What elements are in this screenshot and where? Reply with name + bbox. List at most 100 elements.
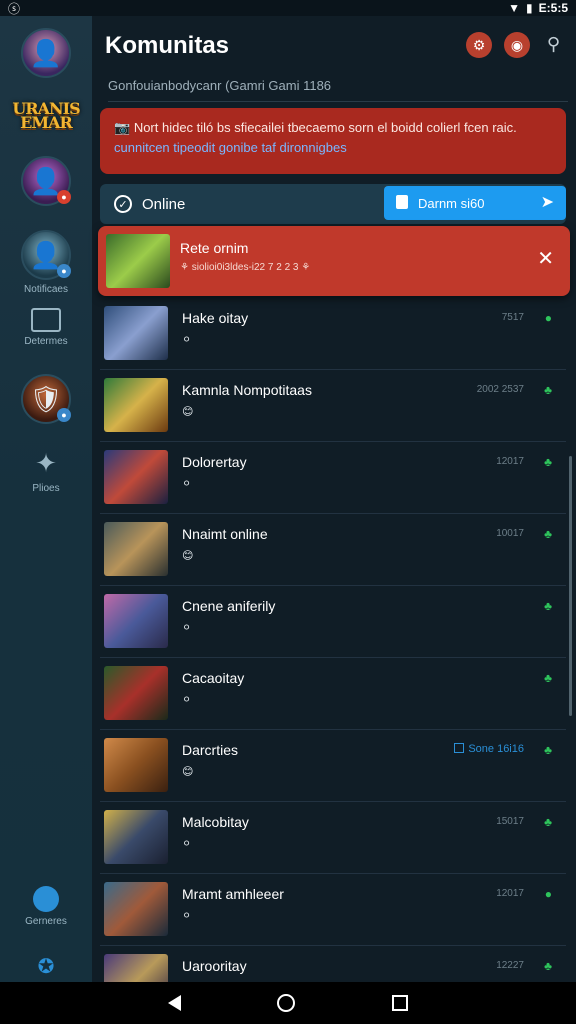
alert-text: Nort hidec tiló bs sfiecailei tbecaemo s…	[133, 120, 517, 135]
home-icon[interactable]	[277, 994, 296, 1012]
friend-avatar	[104, 810, 168, 864]
friend-name: Uarooritay	[182, 958, 247, 974]
target-button[interactable]: ◉	[504, 32, 530, 58]
game-button-label: Darnm si60	[418, 195, 485, 211]
sidebar-label-plioes: Plioes	[32, 483, 60, 494]
friend-time: 12017	[496, 888, 524, 899]
tag-text: Sone 16i16	[468, 743, 524, 755]
friend-name: Malcobitay	[182, 814, 249, 830]
online-indicator-icon: ♣	[544, 527, 552, 541]
friend-name: Nnaimt online	[182, 526, 268, 542]
friend-name: Darcrties	[182, 742, 239, 758]
friend-time: 15017	[496, 816, 524, 827]
settings-icon	[33, 886, 59, 912]
sidebar-item-community[interactable]: 👤 ●	[0, 156, 92, 206]
friend-avatar	[104, 882, 168, 936]
record-button[interactable]: ⚙	[466, 32, 492, 58]
divider	[108, 101, 568, 102]
friend-time: 2002 2537	[476, 384, 524, 395]
online-section-header[interactable]: ✓ Online Darnm si60 ➤	[100, 184, 566, 224]
list-item[interactable]: Darcrties 😊 Sone 16i16 ♣	[100, 730, 566, 802]
sidebar: 👤 URANIS EMAR 👤 ● 👤 ● Notificaes Determes 🛡…	[0, 16, 92, 982]
highlighted-friend-row[interactable]: Rete ornim ⚘ siolioi0i3ldes-i22 7 2 2 3 …	[98, 226, 570, 296]
list-item[interactable]: Cnene aniferily ⚪ ♣	[100, 586, 566, 658]
list-item[interactable]: Kamnla Nompotitaas 😊 2002 2537 ♣	[100, 370, 566, 442]
sidebar-label-determes: Determes	[24, 336, 68, 347]
online-indicator-icon: ●	[544, 887, 552, 901]
film-icon: ⚙	[472, 36, 486, 53]
friend-time: 7517	[501, 312, 524, 323]
friend-time: 12227	[496, 960, 524, 971]
camera-icon: 📷	[114, 120, 131, 135]
puzzle-icon: ✦	[35, 448, 57, 478]
friend-name: Mramt amhleeer	[182, 886, 284, 902]
gear-icon: ✪	[37, 956, 55, 978]
status-icon: 😊	[182, 406, 194, 418]
status-icon: ⚪	[182, 910, 192, 922]
notification-badge-blue: ●	[57, 264, 71, 278]
sidebar-item-profile[interactable]: 👤	[0, 28, 92, 78]
status-icon: ⚪	[182, 838, 192, 850]
friend-name: Dolorertay	[182, 454, 247, 470]
header: Komunitas ⚙ ◉ ⚲	[92, 16, 576, 76]
notification-badge: ●	[57, 190, 71, 204]
close-icon[interactable]: ✕	[537, 246, 554, 271]
friend-status-text: ⚘ siolioi0i3ldes-i22 7 2 2 3 ⚘	[180, 262, 311, 273]
document-icon	[396, 195, 408, 209]
list-item[interactable]: Mramt amhleeer ⚪ 12017 ●	[100, 874, 566, 946]
friend-avatar	[104, 450, 168, 504]
friend-name: Kamnla Nompotitaas	[182, 382, 312, 398]
online-label: Online	[142, 195, 186, 213]
game-button[interactable]: Darnm si60 ➤	[384, 186, 566, 220]
guild-badge: ●	[57, 408, 71, 422]
friend-name: Cnene aniferily	[182, 598, 276, 614]
list-item[interactable]: Hake oitay ⚪ 7517 ●	[100, 298, 566, 370]
status-icon: ⚪	[182, 478, 192, 490]
sidebar-logo[interactable]: URANIS EMAR	[0, 99, 92, 132]
sidebar-item-determes[interactable]: Determes	[0, 308, 92, 347]
friend-avatar	[104, 306, 168, 360]
sidebar-item-plioes[interactable]: ✦ Plioes	[0, 448, 92, 494]
tag-icon	[454, 743, 465, 753]
friend-avatar	[104, 666, 168, 720]
system-nav-bar	[0, 982, 576, 1024]
sidebar-item-bottom[interactable]: ✪	[0, 954, 92, 979]
tag-label[interactable]: Sone 16i16	[454, 743, 524, 755]
list-item[interactable]: Nnaimt online 😊 10017 ♣	[100, 514, 566, 586]
sidebar-item-guild[interactable]: 🛡 ●	[0, 374, 92, 424]
friend-avatar	[104, 522, 168, 576]
alert-banner[interactable]: 📷 Nort hidec tiló bs sfiecailei tbecaemo…	[100, 108, 566, 174]
notifications-avatar: 👤 ●	[21, 230, 71, 280]
list-item[interactable]: Dolorertay ⚪ 12017 ♣	[100, 442, 566, 514]
back-icon[interactable]	[168, 995, 182, 1011]
search-icon[interactable]: ⚲	[547, 34, 560, 55]
friend-name: Cacaoitay	[182, 670, 245, 686]
online-indicator-icon: ●	[544, 311, 552, 325]
recent-apps-icon[interactable]	[391, 995, 408, 1011]
sidebar-label-gerneres: Gerneres	[25, 916, 67, 927]
online-indicator-icon: ♣	[544, 815, 552, 829]
page-subtitle: Gonfouianbodycanr (Gamri Gami 1186	[108, 78, 332, 93]
friend-name: Hake oitay	[182, 310, 249, 326]
status-time: E:5:5	[538, 1, 568, 15]
scrollbar[interactable]	[569, 456, 572, 716]
alert-link[interactable]: cunnitcen tipeodit gonibe taf dironnigbe…	[114, 140, 347, 155]
status-icon: 😊	[182, 550, 194, 562]
target-icon: ◉	[510, 36, 524, 53]
arrow-icon: ➤	[540, 194, 554, 211]
monitor-icon	[31, 308, 61, 332]
app-logo: URANIS EMAR	[12, 99, 80, 132]
list-item[interactable]: Cacaoitay ⚪ ♣	[100, 658, 566, 730]
friend-time: 10017	[496, 528, 524, 539]
guild-avatar: 🛡 ●	[21, 374, 71, 424]
sidebar-label-notifications: Notificaes	[24, 284, 68, 295]
sidebar-item-notifications[interactable]: 👤 ● Notificaes	[0, 230, 92, 295]
community-avatar: 👤 ●	[21, 156, 71, 206]
status-icon: ⚪	[182, 334, 192, 346]
list-item[interactable]: Malcobitay ⚪ 15017 ♣	[100, 802, 566, 874]
friend-time: 12017	[496, 456, 524, 467]
profile-avatar[interactable]: 👤	[21, 28, 71, 78]
sidebar-item-gerneres[interactable]: Gerneres	[0, 886, 92, 927]
online-indicator-icon: ♣	[544, 383, 552, 397]
online-indicator-icon: ♣	[544, 671, 552, 685]
